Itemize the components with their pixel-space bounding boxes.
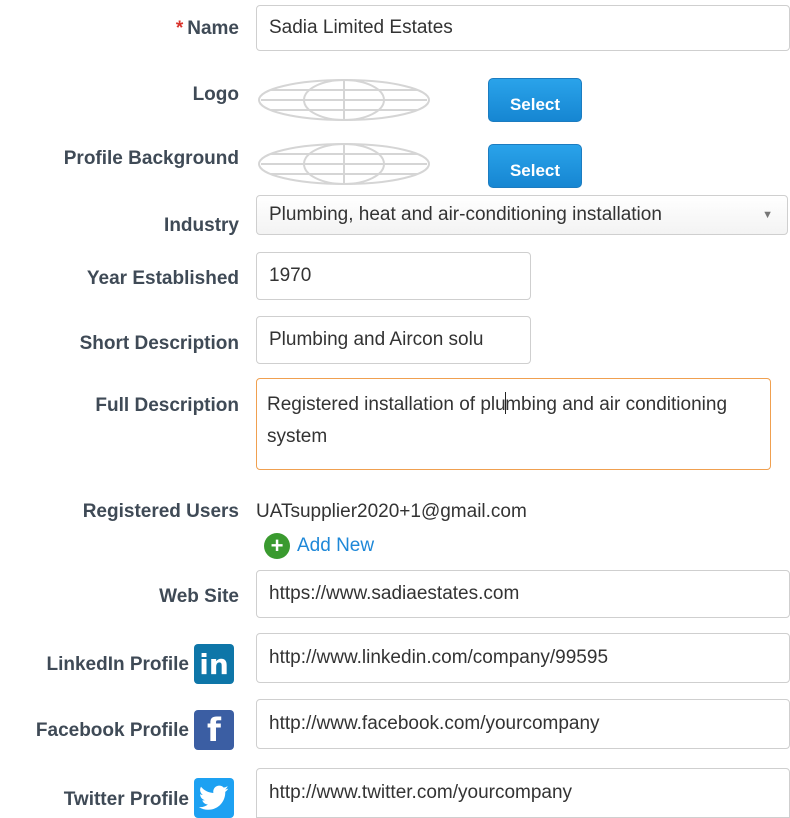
logo-placeholder-icon (258, 79, 430, 121)
year-established-label: Year Established (86, 268, 239, 289)
plus-circle-icon: + (264, 533, 290, 559)
web-site-label: Web Site (159, 586, 239, 607)
linkedin-profile-input[interactable]: http://www.linkedin.com/company/99595 (256, 633, 790, 683)
twitter-profile-label: Twitter Profile (63, 789, 189, 810)
profile-background-placeholder-icon (258, 143, 430, 185)
required-marker: * (175, 18, 184, 39)
name-input[interactable]: Sadia Limited Estates (256, 5, 790, 51)
linkedin-icon: in (194, 644, 234, 684)
full-description-label: Full Description (95, 395, 239, 416)
add-new-user-link[interactable]: + Add New (264, 532, 374, 560)
profile-background-select-button[interactable]: Select (488, 144, 582, 188)
web-site-input[interactable]: https://www.sadiaestates.com (256, 570, 790, 618)
registered-user-email: UATsupplier2020+1@gmail.com (256, 501, 527, 522)
short-description-label: Short Description (79, 333, 239, 354)
name-label: * Name (175, 18, 239, 39)
linkedin-profile-label: LinkedIn Profile (46, 654, 189, 675)
registered-users-label: Registered Users (82, 501, 239, 522)
twitter-bird-glyph (199, 785, 229, 810)
twitter-bird-icon (194, 778, 234, 818)
full-description-textarea[interactable]: Registered installation of plumbing and … (256, 378, 771, 470)
profile-background-label: Profile Background (63, 148, 239, 169)
logo-select-button[interactable]: Select (488, 78, 582, 122)
logo-label: Logo (192, 84, 239, 105)
facebook-profile-label: Facebook Profile (35, 720, 189, 741)
industry-select[interactable]: Plumbing, heat and air-conditioning inst… (256, 195, 788, 235)
caret-down-icon: ▼ (762, 209, 773, 221)
twitter-profile-input[interactable]: http://www.twitter.com/yourcompany (256, 768, 790, 818)
industry-label: Industry (164, 215, 239, 236)
facebook-icon: f (194, 710, 234, 750)
facebook-profile-input[interactable]: http://www.facebook.com/yourcompany (256, 699, 790, 749)
year-established-input[interactable]: 1970 (256, 252, 531, 300)
short-description-input[interactable]: Plumbing and Aircon solu (256, 316, 531, 364)
